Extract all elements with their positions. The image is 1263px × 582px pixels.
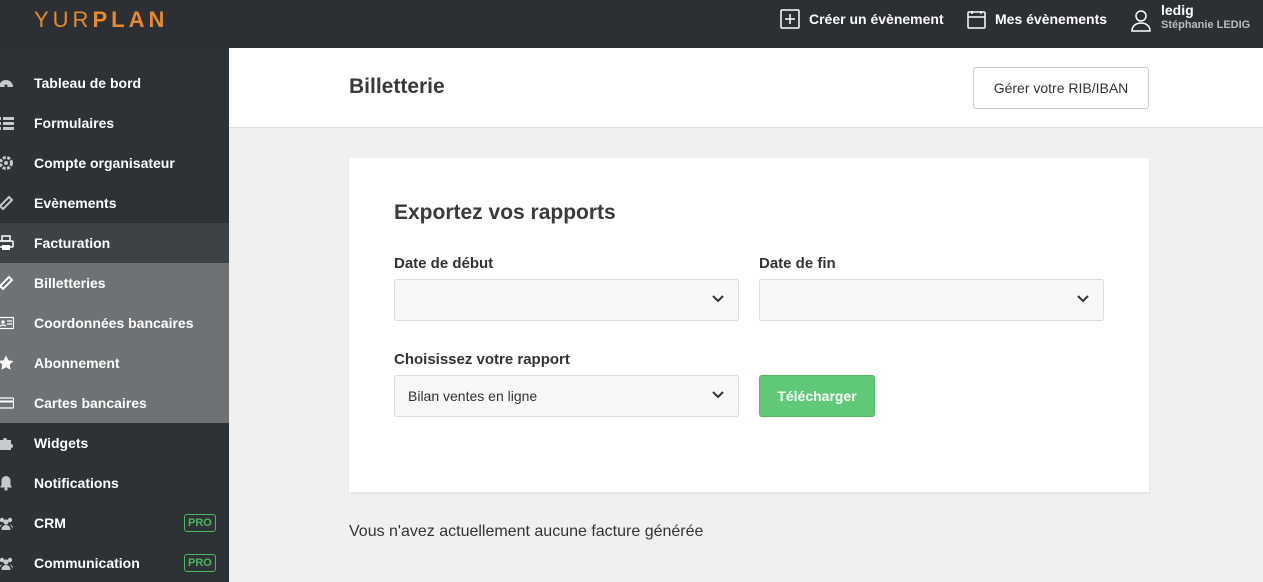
- sidebar-item-billing[interactable]: Facturation: [0, 223, 229, 263]
- create-event-link[interactable]: Créer un évènement: [780, 0, 944, 38]
- report-type-value: Bilan ventes en ligne: [408, 388, 538, 404]
- ticket-icon: [0, 275, 14, 291]
- chevron-down-icon: [1077, 295, 1089, 303]
- chevron-down-icon: [712, 295, 724, 303]
- user-full-name: Stéphanie LEDIG: [1161, 19, 1251, 31]
- top-bar: YURPLAN Créer un évènement Mes évènement…: [0, 0, 1263, 48]
- user-login: ledig: [1161, 2, 1194, 18]
- sidebar-item-dashboard[interactable]: Tableau de bord: [0, 63, 229, 103]
- dashboard-icon: [0, 80, 13, 88]
- report-type-select[interactable]: Bilan ventes en ligne: [394, 375, 739, 417]
- sidebar: Tableau de bord Formulaires Compte organ…: [0, 48, 229, 582]
- sidebar-item-credit-cards[interactable]: Cartes bancaires: [0, 383, 229, 423]
- pro-badge: PRO: [184, 514, 216, 532]
- end-date-select[interactable]: [759, 279, 1104, 321]
- id-card-icon: [0, 316, 14, 330]
- calendar-icon: [967, 10, 986, 29]
- printer-icon: [0, 235, 14, 250]
- my-events-label: Mes évènements: [995, 11, 1108, 27]
- export-title: Exportez vos rapports: [394, 201, 616, 224]
- sidebar-item-subscription[interactable]: Abonnement: [0, 343, 229, 383]
- sidebar-item-organizer-account[interactable]: Compte organisateur: [0, 143, 229, 183]
- bell-icon: [0, 476, 12, 491]
- download-button[interactable]: Télécharger: [759, 375, 875, 417]
- yurplan-logo[interactable]: YURPLAN: [34, 7, 168, 33]
- gear-icon: [0, 156, 13, 170]
- page-header: Billetterie Gérer votre RIB/IBAN: [229, 48, 1263, 128]
- sidebar-item-crm[interactable]: CRM PRO: [0, 503, 229, 543]
- list-icon: [0, 117, 14, 130]
- users-icon: [0, 517, 13, 530]
- end-date-label: Date de fin: [759, 255, 836, 272]
- my-events-link[interactable]: Mes évènements: [967, 0, 1107, 38]
- report-type-label: Choisissez votre rapport: [394, 351, 570, 368]
- start-date-label: Date de début: [394, 255, 494, 272]
- sidebar-item-ticketing[interactable]: Billetteries: [0, 263, 229, 303]
- star-icon: [0, 355, 14, 370]
- create-event-label: Créer un évènement: [809, 11, 944, 27]
- chevron-down-icon: [712, 391, 724, 399]
- users-icon: [0, 557, 13, 570]
- page-title: Billetterie: [349, 75, 445, 98]
- no-invoice-message: Vous n'avez actuellement aucune facture …: [349, 523, 704, 540]
- sidebar-item-events[interactable]: Evènements: [0, 183, 229, 223]
- sidebar-item-bank-details[interactable]: Coordonnées bancaires: [0, 303, 229, 343]
- start-date-select[interactable]: [394, 279, 739, 321]
- sidebar-item-notifications[interactable]: Notifications: [0, 463, 229, 503]
- plus-square-icon: [780, 9, 800, 29]
- sidebar-item-communication[interactable]: Communication PRO: [0, 543, 229, 582]
- ticket-icon: [0, 195, 14, 211]
- manage-rib-button[interactable]: Gérer votre RIB/IBAN: [973, 67, 1149, 109]
- pro-badge: PRO: [184, 554, 216, 572]
- user-icon: [1131, 10, 1151, 32]
- export-reports-card: Exportez vos rapports Date de début Date…: [349, 158, 1149, 492]
- credit-card-icon: [0, 397, 14, 409]
- sidebar-item-widgets[interactable]: Widgets: [0, 423, 229, 463]
- sidebar-item-forms[interactable]: Formulaires: [0, 103, 229, 143]
- user-menu[interactable]: ledig Stéphanie LEDIG: [1130, 2, 1250, 32]
- puzzle-icon: [0, 438, 13, 450]
